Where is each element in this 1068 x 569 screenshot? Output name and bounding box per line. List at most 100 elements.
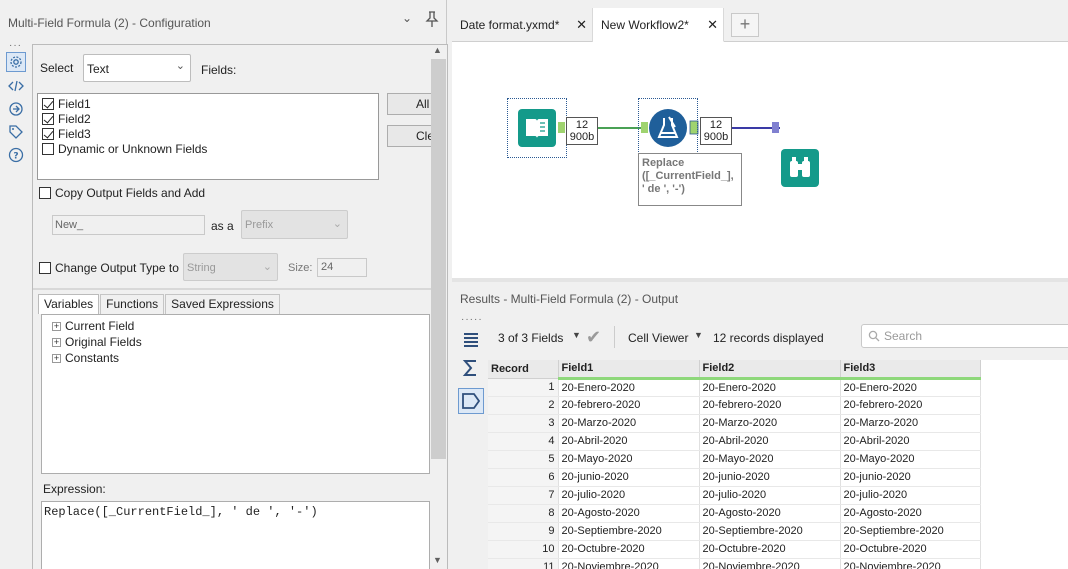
table-cell[interactable]: 20-Marzo-2020 bbox=[699, 414, 841, 433]
output-type-dropdown[interactable]: String ⌄ bbox=[183, 253, 278, 281]
column-header-record[interactable]: Record bbox=[488, 360, 559, 379]
column-header-field3[interactable]: Field3 bbox=[840, 360, 981, 380]
field-checkbox-row[interactable]: Field1 bbox=[42, 97, 91, 111]
table-row[interactable]: 5 20-Mayo-2020 20-Mayo-2020 20-Mayo-2020 bbox=[488, 450, 981, 469]
table-cell[interactable]: 20-Enero-2020 bbox=[558, 378, 700, 397]
tab-date-format[interactable]: Date format.yxmd* ✕ bbox=[452, 8, 593, 42]
tag-view-icon[interactable] bbox=[458, 388, 484, 414]
table-cell[interactable]: 20-julio-2020 bbox=[558, 486, 700, 505]
table-cell[interactable]: 20-Agosto-2020 bbox=[558, 504, 700, 523]
field-checkbox-row[interactable]: Field2 bbox=[42, 112, 91, 126]
checkbox[interactable] bbox=[42, 128, 54, 140]
table-cell[interactable]: 20-Enero-2020 bbox=[699, 378, 841, 397]
help-icon[interactable]: ? bbox=[6, 145, 26, 165]
record-number-cell[interactable]: 9 bbox=[488, 522, 559, 541]
code-icon[interactable] bbox=[6, 76, 26, 96]
cell-viewer-dropdown[interactable]: Cell Viewer bbox=[628, 331, 688, 345]
table-cell[interactable]: 20-Octubre-2020 bbox=[558, 540, 700, 559]
tree-item-constants[interactable]: + Constants bbox=[52, 351, 119, 365]
table-cell[interactable]: 20-Abril-2020 bbox=[840, 432, 981, 451]
size-input[interactable]: 24 bbox=[317, 258, 367, 277]
browse-tool[interactable] bbox=[779, 149, 819, 189]
pin-icon[interactable] bbox=[423, 11, 441, 29]
table-cell[interactable]: 20-Septiembre-2020 bbox=[840, 522, 981, 541]
input-data-tool[interactable] bbox=[507, 98, 567, 158]
multi-field-formula-tool[interactable] bbox=[638, 98, 698, 158]
tab-saved-expressions[interactable]: Saved Expressions bbox=[165, 294, 280, 314]
change-type-checkbox[interactable] bbox=[39, 262, 51, 274]
table-row[interactable]: 7 20-julio-2020 20-julio-2020 20-julio-2020 bbox=[488, 486, 981, 505]
expand-plus-icon[interactable]: + bbox=[52, 321, 61, 331]
expression-editor[interactable]: Replace([_CurrentField_], ' de ', '-') bbox=[41, 501, 430, 569]
checkbox[interactable] bbox=[42, 143, 54, 155]
table-row[interactable]: 6 20-junio-2020 20-junio-2020 20-junio-2020 bbox=[488, 468, 981, 487]
table-cell[interactable]: 20-Abril-2020 bbox=[699, 432, 841, 451]
close-icon[interactable]: ✕ bbox=[576, 8, 587, 42]
checkmark-icon[interactable]: ✔ bbox=[586, 327, 601, 348]
record-number-cell[interactable]: 3 bbox=[488, 414, 559, 433]
column-header-field2[interactable]: Field2 bbox=[699, 360, 841, 380]
prefix-dropdown[interactable]: Prefix ⌄ bbox=[241, 210, 348, 239]
new-field-prefix-input[interactable]: New_ bbox=[52, 215, 205, 235]
fields-count-dropdown[interactable]: 3 of 3 Fields bbox=[498, 331, 563, 345]
table-row[interactable]: 4 20-Abril-2020 20-Abril-2020 20-Abril-2020 bbox=[488, 432, 981, 451]
table-cell[interactable]: 20-Agosto-2020 bbox=[840, 504, 981, 523]
record-number-cell[interactable]: 5 bbox=[488, 450, 559, 469]
checkbox[interactable] bbox=[42, 113, 54, 125]
record-number-cell[interactable]: 2 bbox=[488, 396, 559, 415]
workflow-canvas[interactable]: 12 900b 12 900b Replace ([_CurrentField_… bbox=[452, 42, 1068, 278]
table-cell[interactable]: 20-Mayo-2020 bbox=[840, 450, 981, 469]
field-checkbox-row[interactable]: Dynamic or Unknown Fields bbox=[42, 142, 207, 156]
table-cell[interactable]: 20-Abril-2020 bbox=[558, 432, 700, 451]
record-number-cell[interactable]: 1 bbox=[488, 378, 559, 397]
table-cell[interactable]: 20-Noviembre-2020 bbox=[558, 558, 700, 569]
table-cell[interactable]: 20-julio-2020 bbox=[840, 486, 981, 505]
table-cell[interactable]: 20-Octubre-2020 bbox=[840, 540, 981, 559]
table-cell[interactable]: 20-Mayo-2020 bbox=[699, 450, 841, 469]
rows-view-icon[interactable] bbox=[458, 327, 484, 353]
close-icon[interactable]: ✕ bbox=[707, 8, 718, 42]
table-cell[interactable]: 20-Mayo-2020 bbox=[558, 450, 700, 469]
field-checkbox-row[interactable]: Field3 bbox=[42, 127, 91, 141]
collapse-chevron-icon[interactable]: ⌄ bbox=[398, 11, 416, 29]
sigma-icon[interactable] bbox=[458, 355, 484, 381]
gear-icon[interactable] bbox=[6, 52, 26, 72]
table-cell[interactable]: 20-Septiembre-2020 bbox=[699, 522, 841, 541]
table-row[interactable]: 8 20-Agosto-2020 20-Agosto-2020 20-Agosto-2… bbox=[488, 504, 981, 523]
table-cell[interactable]: 20-Septiembre-2020 bbox=[558, 522, 700, 541]
select-type-dropdown[interactable]: Text ⌄ bbox=[83, 54, 191, 82]
tab-variables[interactable]: Variables bbox=[38, 294, 100, 314]
expand-plus-icon[interactable]: + bbox=[52, 337, 61, 347]
config-scrollbar[interactable]: ▲ ▼ bbox=[431, 45, 447, 569]
table-cell[interactable]: 20-Marzo-2020 bbox=[558, 414, 700, 433]
table-cell[interactable]: 20-febrero-2020 bbox=[558, 396, 700, 415]
table-row[interactable]: 11 20-Noviembre-2020 20-Noviembre-2020 20-N… bbox=[488, 558, 981, 569]
scroll-down-arrow-icon[interactable]: ▼ bbox=[433, 555, 442, 565]
change-type-row[interactable]: Change Output Type to bbox=[39, 261, 179, 275]
tree-item-original-fields[interactable]: + Original Fields bbox=[52, 335, 142, 349]
record-number-cell[interactable]: 10 bbox=[488, 540, 559, 559]
table-cell[interactable]: 20-Enero-2020 bbox=[840, 378, 981, 397]
copy-output-row[interactable]: Copy Output Fields and Add bbox=[39, 186, 205, 200]
annotation-icon[interactable] bbox=[6, 99, 26, 119]
table-cell[interactable]: 20-Octubre-2020 bbox=[699, 540, 841, 559]
checkbox[interactable] bbox=[42, 98, 54, 110]
tab-new-workflow2[interactable]: New Workflow2* ✕ bbox=[593, 8, 724, 42]
record-number-cell[interactable]: 6 bbox=[488, 468, 559, 487]
table-cell[interactable]: 20-junio-2020 bbox=[840, 468, 981, 487]
tag-icon[interactable] bbox=[6, 122, 26, 142]
table-cell[interactable]: 20-julio-2020 bbox=[699, 486, 841, 505]
search-input[interactable] bbox=[884, 327, 1064, 345]
scrollbar-thumb[interactable] bbox=[431, 59, 446, 459]
scroll-up-arrow-icon[interactable]: ▲ bbox=[433, 45, 442, 55]
expand-plus-icon[interactable]: + bbox=[52, 353, 61, 363]
chevron-down-icon[interactable]: ▼ bbox=[572, 330, 581, 340]
chevron-down-icon[interactable]: ▼ bbox=[694, 330, 703, 340]
tree-item-current-field[interactable]: + Current Field bbox=[52, 319, 134, 333]
column-header-field1[interactable]: Field1 bbox=[558, 360, 700, 380]
record-number-cell[interactable]: 4 bbox=[488, 432, 559, 451]
table-row[interactable]: 1 20-Enero-2020 20-Enero-2020 20-Enero-2020 bbox=[488, 378, 981, 397]
record-number-cell[interactable]: 7 bbox=[488, 486, 559, 505]
table-row[interactable]: 9 20-Septiembre-2020 20-Septiembre-2020 20-… bbox=[488, 522, 981, 541]
table-cell[interactable]: 20-febrero-2020 bbox=[840, 396, 981, 415]
